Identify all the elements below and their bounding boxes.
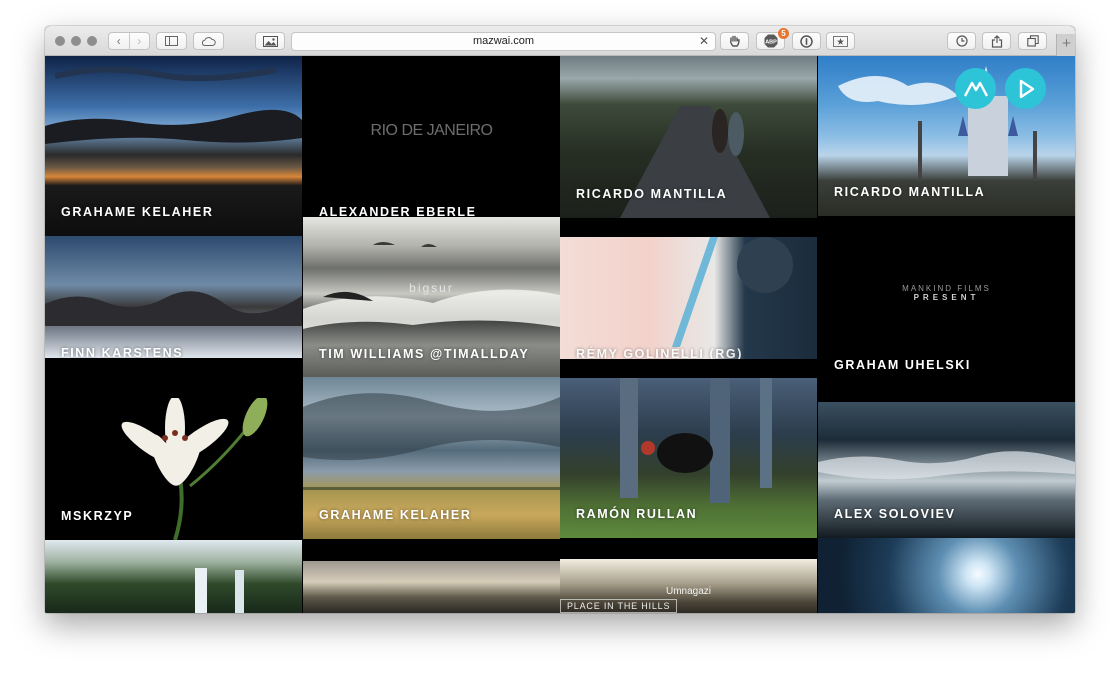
video-tile[interactable]: RAMÓN RULLAN <box>560 378 817 538</box>
video-tile[interactable]: RÉMY GOLINELLI (RG) <box>560 237 817 359</box>
cloud-landscape-thumbnail <box>45 66 302 144</box>
adblock-badge: 5 <box>778 28 789 39</box>
browser-toolbar: ‹ › mazwai.com ✕ ABP 5 + <box>45 26 1075 56</box>
video-grid: GRAHAME KELAHER FINN KARSTENS MSKRZYP RI… <box>45 56 1075 613</box>
address-bar[interactable]: mazwai.com ✕ <box>291 32 716 51</box>
author-label: MSKRZYP <box>61 509 134 523</box>
video-tile[interactable]: Umnagazi PLACE IN THE HILLS <box>560 559 817 613</box>
street-artist-thumbnail <box>672 237 793 347</box>
author-label: FINN KARSTENS <box>61 346 184 358</box>
author-label: ALEX SOLOVIEV <box>834 507 956 521</box>
new-tab-button[interactable]: + <box>1056 34 1075 56</box>
author-label: RICARDO MANTILLA <box>576 187 728 201</box>
share-icon <box>991 34 1002 48</box>
zoom-window-button[interactable] <box>87 36 97 46</box>
star-icon <box>833 35 848 47</box>
video-tile[interactable] <box>45 540 302 613</box>
video-tile[interactable]: RICARDO MANTILLA <box>560 56 817 218</box>
author-label: GRAHAM UHELSKI <box>834 358 971 372</box>
adblock-icon: ABP <box>764 34 777 48</box>
url-text: mazwai.com <box>472 35 535 47</box>
onepassword-icon <box>800 34 813 48</box>
waterfall-thumbnail <box>195 568 244 613</box>
author-label: RÉMY GOLINELLI (RG) <box>576 347 743 359</box>
forward-icon[interactable]: › <box>128 33 150 49</box>
sidebar-button[interactable] <box>156 32 187 50</box>
hand-icon <box>730 35 740 47</box>
bookmark-star-button[interactable] <box>826 32 855 50</box>
share-button[interactable] <box>982 32 1011 50</box>
browser-window: ‹ › mazwai.com ✕ ABP 5 + GRAHAME KELAHER… <box>45 26 1075 613</box>
mazwai-logo-icon[interactable] <box>955 68 996 109</box>
studio-overlay: MANKIND FILMS <box>902 284 991 293</box>
author-label: GRAHAME KELAHER <box>319 508 472 522</box>
video-tile[interactable] <box>818 538 1075 613</box>
video-tile[interactable]: ALEX SOLOVIEV <box>818 402 1075 538</box>
subtitle-overlay: PLACE IN THE HILLS <box>560 599 678 613</box>
play-glyph <box>1019 79 1034 98</box>
hand-extension-button[interactable] <box>720 32 749 50</box>
video-tile[interactable]: bigsur TIM WILLIAMS @TIMALLDAY <box>303 217 560 377</box>
video-tile[interactable]: RICARDO MANTILLA <box>818 56 1075 216</box>
present-overlay: PRESENT <box>913 293 980 302</box>
winter-trees-thumbnail <box>45 291 302 326</box>
show-tabs-button[interactable] <box>1018 32 1047 50</box>
image-icon <box>262 35 278 47</box>
author-label: RICARDO MANTILLA <box>834 185 986 199</box>
video-tile[interactable] <box>303 561 560 613</box>
svg-text:ABP: ABP <box>765 40 777 46</box>
minimize-window-button[interactable] <box>71 36 81 46</box>
video-tile[interactable]: RIO DE JANEIRO ALEXANDER EBERLE <box>303 56 560 236</box>
image-button[interactable] <box>255 32 285 50</box>
back-icon[interactable]: ‹ <box>109 33 129 49</box>
icloud-tabs-button[interactable] <box>193 32 224 50</box>
close-window-button[interactable] <box>55 36 65 46</box>
history-icon <box>955 35 968 47</box>
icloud-icon <box>201 37 216 46</box>
video-tile[interactable]: MSKRZYP <box>45 358 302 540</box>
author-label: TIM WILLIAMS @TIMALLDAY <box>319 347 530 361</box>
title-overlay: bigsur <box>409 281 454 295</box>
play-icon[interactable] <box>1005 68 1046 109</box>
video-tile[interactable]: GRAHAME KELAHER <box>45 56 302 236</box>
back-forward-control: ‹ › <box>108 32 150 50</box>
tabs-icon <box>1026 35 1039 47</box>
onepassword-button[interactable] <box>792 32 821 50</box>
author-label: RAMÓN RULLAN <box>576 507 698 521</box>
mazwai-logo-glyph <box>963 81 988 97</box>
title-overlay: Umnagazi <box>665 586 712 597</box>
adblock-button[interactable]: ABP 5 <box>756 28 789 50</box>
history-button[interactable] <box>947 32 976 50</box>
video-tile[interactable]: GRAHAME KELAHER <box>303 377 560 539</box>
video-tile[interactable]: FINN KARSTENS <box>45 236 302 358</box>
clear-icon[interactable]: ✕ <box>699 34 709 48</box>
sidebar-icon <box>165 36 178 46</box>
video-tile[interactable]: MANKIND FILMS PRESENT GRAHAM UHELSKI <box>818 216 1075 428</box>
author-label: GRAHAME KELAHER <box>61 205 214 219</box>
title-overlay: RIO DE JANEIRO <box>370 122 493 139</box>
